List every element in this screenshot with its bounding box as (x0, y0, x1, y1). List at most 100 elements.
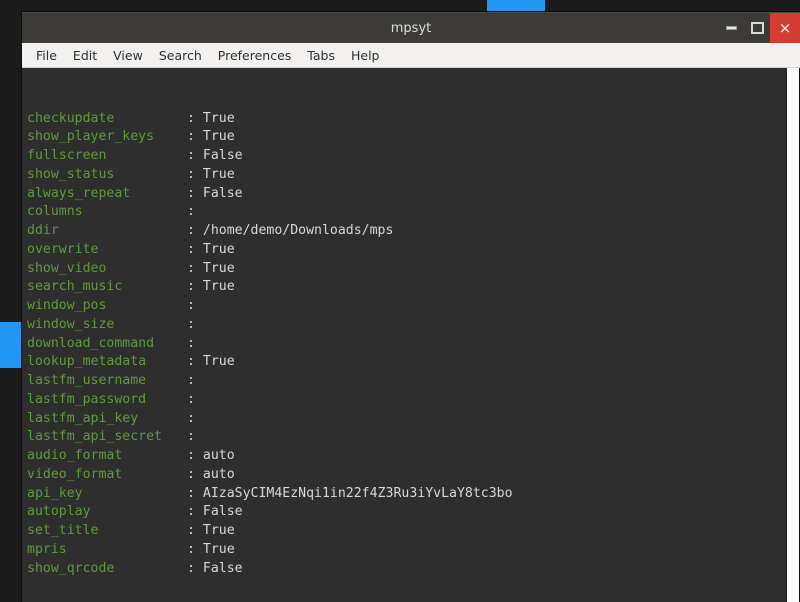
config-key: audio_format (27, 447, 187, 466)
menu-item-search[interactable]: Search (151, 46, 210, 65)
config-row: audio_format: auto (27, 447, 786, 466)
config-value: AIzaSyCIM4EzNqi1in22f4Z3Ru3iYvLaY8tc3bo (203, 486, 513, 501)
menu-bar: File Edit View Search Preferences Tabs H… (22, 43, 800, 68)
config-key: show_qrcode (27, 560, 187, 579)
config-value: True (203, 167, 235, 182)
config-separator: : (187, 279, 203, 294)
config-row: window_pos: (27, 297, 786, 316)
menu-item-preferences[interactable]: Preferences (210, 46, 300, 65)
config-key: lastfm_api_key (27, 410, 187, 429)
window-controls: × (718, 13, 800, 43)
config-row: video_format: auto (27, 466, 786, 485)
config-separator: : (187, 504, 203, 519)
config-separator: : (187, 392, 203, 407)
config-row: mpris: True (27, 541, 786, 560)
close-icon: × (779, 19, 792, 37)
menu-item-file[interactable]: File (28, 46, 65, 65)
terminal-area: checkupdate: Trueshow_player_keys: Truef… (22, 68, 800, 602)
config-value: False (203, 504, 243, 519)
config-key: autoplay (27, 503, 187, 522)
config-separator: : (187, 148, 203, 163)
config-separator: : (187, 542, 203, 557)
window-title: mpsyt (22, 21, 800, 36)
config-separator: : (187, 429, 203, 444)
desktop-accent-left (0, 322, 22, 368)
config-value: True (203, 261, 235, 276)
config-row: lastfm_api_key: (27, 410, 786, 429)
config-value: True (203, 279, 235, 294)
config-value: False (203, 186, 243, 201)
config-row: show_qrcode: False (27, 560, 786, 579)
config-separator: : (187, 261, 203, 276)
config-key: api_key (27, 485, 187, 504)
menu-item-view[interactable]: View (105, 46, 151, 65)
config-value: /home/demo/Downloads/mps (203, 223, 394, 238)
config-key: fullscreen (27, 147, 187, 166)
config-value: True (203, 111, 235, 126)
config-key: checkupdate (27, 110, 187, 129)
config-value: False (203, 148, 243, 163)
config-key: lastfm_api_secret (27, 428, 187, 447)
minimize-button[interactable] (718, 13, 744, 43)
config-key: overwrite (27, 241, 187, 260)
close-button[interactable]: × (770, 13, 800, 43)
config-key: set_title (27, 522, 187, 541)
config-separator: : (187, 242, 203, 257)
terminal-window: mpsyt × File Edit View Search Preference… (22, 12, 800, 602)
config-key: window_pos (27, 297, 187, 316)
terminal-output[interactable]: checkupdate: Trueshow_player_keys: Truef… (23, 68, 786, 602)
maximize-button[interactable] (744, 13, 770, 43)
config-separator: : (187, 486, 203, 501)
menu-item-help[interactable]: Help (343, 46, 388, 65)
config-value: False (203, 561, 243, 576)
config-key: columns (27, 203, 187, 222)
config-value: True (203, 523, 235, 538)
config-row: search_music: True (27, 278, 786, 297)
config-separator: : (187, 448, 203, 463)
config-separator: : (187, 298, 203, 313)
config-separator: : (187, 317, 203, 332)
config-key: show_video (27, 260, 187, 279)
config-separator: : (187, 561, 203, 576)
config-key: video_format (27, 466, 187, 485)
config-value: True (203, 542, 235, 557)
config-row: api_key: AIzaSyCIM4EzNqi1in22f4Z3Ru3iYvL… (27, 485, 786, 504)
config-separator: : (187, 129, 203, 144)
config-row: show_video: True (27, 260, 786, 279)
config-key: download_command (27, 335, 187, 354)
config-value: auto (203, 448, 235, 463)
maximize-icon (751, 22, 764, 34)
config-value: True (203, 129, 235, 144)
config-key: lastfm_password (27, 391, 187, 410)
config-row: overwrite: True (27, 241, 786, 260)
config-row: window_size: (27, 316, 786, 335)
config-separator: : (187, 467, 203, 482)
config-separator: : (187, 186, 203, 201)
config-row: fullscreen: False (27, 147, 786, 166)
config-row: show_player_keys: True (27, 128, 786, 147)
config-row: columns: (27, 203, 786, 222)
window-titlebar[interactable]: mpsyt × (22, 12, 800, 43)
config-key: show_status (27, 166, 187, 185)
minimize-icon (726, 26, 737, 30)
config-row: autoplay: False (27, 503, 786, 522)
config-key: show_player_keys (27, 128, 187, 147)
config-row: lastfm_api_secret: (27, 428, 786, 447)
config-key: ddir (27, 222, 187, 241)
config-row: set_title: True (27, 522, 786, 541)
config-key: mpris (27, 541, 187, 560)
config-row: lastfm_password: (27, 391, 786, 410)
config-row: lastfm_username: (27, 372, 786, 391)
config-key: always_repeat (27, 185, 187, 204)
config-row: download_command: (27, 335, 786, 354)
terminal-scrollbar[interactable] (786, 68, 800, 602)
config-key: window_size (27, 316, 187, 335)
config-value: True (203, 242, 235, 257)
config-value: auto (203, 467, 235, 482)
menu-item-edit[interactable]: Edit (65, 46, 105, 65)
config-row: checkupdate: True (27, 110, 786, 129)
config-key: lookup_metadata (27, 353, 187, 372)
config-separator: : (187, 204, 203, 219)
menu-item-tabs[interactable]: Tabs (299, 46, 343, 65)
config-separator: : (187, 411, 203, 426)
